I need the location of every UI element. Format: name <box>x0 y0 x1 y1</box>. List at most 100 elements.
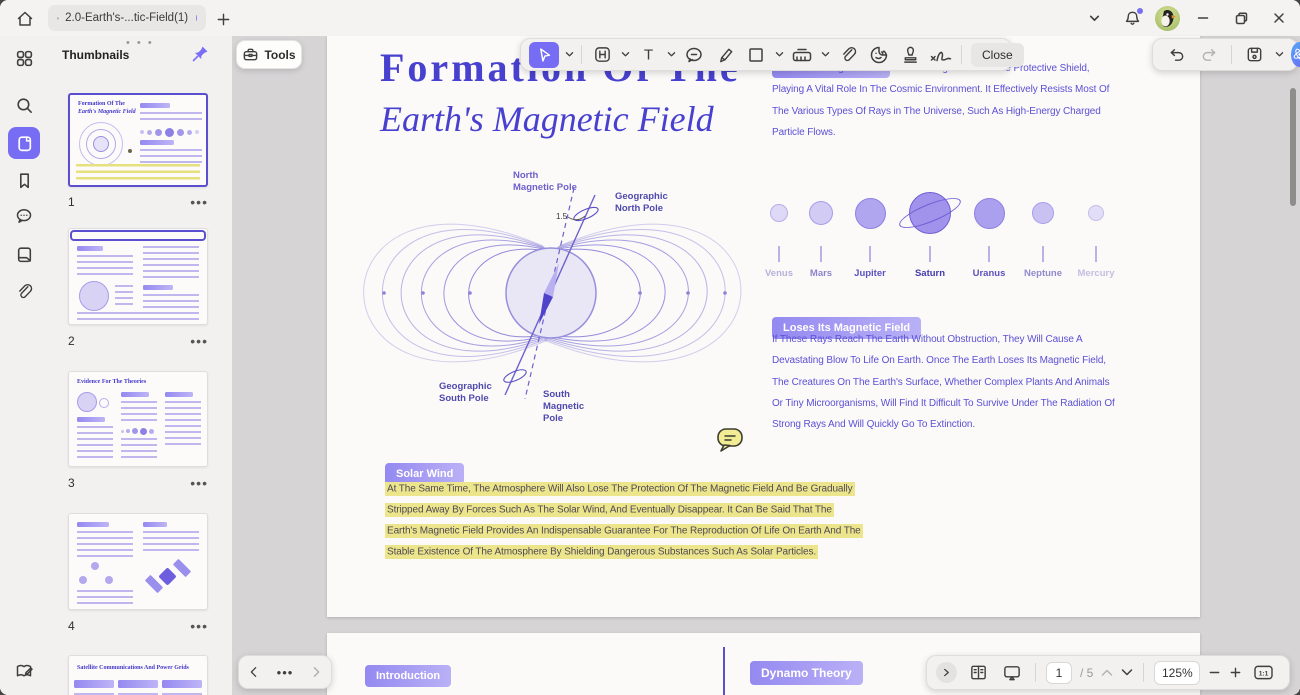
stamp-tool-button[interactable] <box>897 42 923 68</box>
pin-panel-button[interactable] <box>190 44 212 66</box>
thumbnail-page-1[interactable]: Formation Of The Earth's Magnetic Field <box>68 93 208 187</box>
label-geo-north: Geographic <box>615 191 668 202</box>
thumbnail-page-4[interactable] <box>68 513 208 610</box>
tools-button[interactable]: Tools <box>236 40 302 69</box>
next-page-icon[interactable] <box>312 666 321 678</box>
redo-button[interactable] <box>1196 42 1222 68</box>
sticker-tool-button[interactable] <box>866 42 892 68</box>
page-thumbnails-icon <box>15 134 34 153</box>
minimize-button[interactable] <box>1188 3 1218 33</box>
solar-wind-paragraph: At The Same Time, The Atmosphere Will Al… <box>385 478 863 563</box>
stamp-icon <box>901 45 920 64</box>
text-tool-button[interactable]: T <box>635 42 661 68</box>
thumb3-title: Evidence For The Theories <box>77 378 146 386</box>
svg-text:South Pole: South Pole <box>439 393 489 404</box>
shape-tool-dropdown[interactable] <box>774 51 784 58</box>
text-tool-dropdown[interactable] <box>666 51 676 58</box>
shape-tool-button[interactable] <box>743 42 769 68</box>
thumbnail-page-2[interactable] <box>68 228 208 325</box>
highlighted-text: At The Same Time, The Atmosphere Will Al… <box>385 482 863 560</box>
rail-search-button[interactable] <box>8 89 40 121</box>
thumbnail-page-5[interactable]: Satellite Communications And Power Grids <box>68 655 208 695</box>
select-tool-dropdown[interactable] <box>564 51 574 58</box>
save-dropdown[interactable] <box>1274 51 1284 58</box>
collapse-toolbar-button[interactable] <box>1079 3 1109 33</box>
actual-size-button[interactable]: 1:1 <box>1250 660 1276 686</box>
highlighter-tool-button[interactable] <box>712 42 738 68</box>
chevron-right-icon <box>943 668 950 677</box>
page-layout-button[interactable] <box>965 660 991 686</box>
paperclip-icon <box>839 45 858 64</box>
collapse-statusbar-button[interactable] <box>936 662 957 683</box>
svg-text:Magnetic: Magnetic <box>543 401 584 412</box>
page-number-input[interactable]: 1 <box>1046 662 1072 684</box>
vertical-scrollbar[interactable] <box>1290 88 1296 206</box>
titlebar: 2.0-Earth's-...tic-Field(1) <box>0 0 1300 36</box>
thumb3-menu-button[interactable]: ••• <box>190 478 208 488</box>
thumbnail-page-3[interactable]: Evidence For The Theories <box>68 371 208 467</box>
prev-page-icon[interactable] <box>249 666 258 678</box>
text-icon: T <box>639 45 658 64</box>
comment-icon <box>14 206 34 226</box>
save-button[interactable] <box>1241 42 1267 68</box>
introduction-badge: Introduction <box>365 665 451 687</box>
comment-tool-button[interactable] <box>681 42 707 68</box>
rail-apps-button[interactable] <box>8 42 40 74</box>
page-up-button[interactable] <box>1101 668 1113 677</box>
thumb1-highlight-block <box>76 164 200 180</box>
page-down-button[interactable] <box>1121 668 1133 677</box>
planet-jupiter <box>855 198 886 229</box>
document-page-1: Formation Of The Earth's Magnetic Field … <box>327 36 1200 617</box>
home-button[interactable] <box>12 6 38 32</box>
measure-tool-dropdown[interactable] <box>820 51 830 58</box>
attach-tool-button[interactable] <box>835 42 861 68</box>
new-tab-button[interactable] <box>212 8 234 30</box>
label-north-magnetic: North <box>513 170 539 181</box>
cursor-icon <box>534 45 554 65</box>
undo-button[interactable] <box>1163 42 1189 68</box>
close-window-button[interactable] <box>1264 3 1294 33</box>
close-toolbar-button[interactable]: Close <box>971 43 1024 67</box>
undo-icon <box>1167 45 1186 64</box>
rotation-arrow-bottom <box>502 367 528 385</box>
rail-comments-button[interactable] <box>8 200 40 232</box>
maximize-button[interactable] <box>1226 3 1256 33</box>
zoom-level-input[interactable]: 125% <box>1154 661 1200 685</box>
viewport-indicator <box>70 230 206 241</box>
thumb1-menu-button[interactable]: ••• <box>190 197 208 207</box>
planet-mercury <box>1088 205 1104 221</box>
select-tool-button[interactable] <box>529 42 559 68</box>
rail-attachments-button[interactable] <box>8 275 40 307</box>
plus-icon <box>216 12 231 27</box>
rail-bookmarks-button[interactable] <box>8 164 40 196</box>
document-viewport: Formation Of The Earth's Magnetic Field … <box>232 36 1300 695</box>
thumb4-menu-button[interactable]: ••• <box>190 621 208 631</box>
ai-assistant-button[interactable] <box>1291 42 1300 67</box>
thumb2-menu-button[interactable]: ••• <box>190 336 208 346</box>
rail-read-mode-button[interactable] <box>8 655 40 687</box>
rail-thumbnails-button[interactable] <box>8 127 40 159</box>
rail-pages-button[interactable] <box>8 238 40 270</box>
zoom-out-button[interactable] <box>1208 666 1221 679</box>
view-statusbar: 1 / 5 125% 1:1 <box>926 655 1290 690</box>
notifications-button[interactable] <box>1117 3 1147 33</box>
heading-tool-button[interactable] <box>589 42 615 68</box>
document-tab[interactable]: 2.0-Earth's-...tic-Field(1) <box>48 5 206 31</box>
signature-tool-button[interactable] <box>928 42 954 68</box>
toolbox-icon <box>242 46 259 63</box>
heading-tool-dropdown[interactable] <box>620 51 630 58</box>
page-number-1: 1 <box>68 195 75 209</box>
zoom-in-button[interactable] <box>1229 666 1242 679</box>
rectangle-icon <box>747 46 765 64</box>
bookmark-icon <box>15 171 34 190</box>
presentation-button[interactable] <box>999 660 1025 686</box>
avatar[interactable] <box>1155 6 1180 31</box>
measure-tool-button[interactable] <box>789 42 815 68</box>
panel-drag-handle[interactable]: • • • <box>126 37 154 49</box>
left-rail <box>0 36 48 695</box>
comment-annotation-icon[interactable] <box>715 425 745 455</box>
paperclip-icon <box>15 282 34 301</box>
page-total-label: / 5 <box>1080 666 1093 680</box>
nav-more-button[interactable]: ••• <box>277 665 294 680</box>
page-number-4: 4 <box>68 619 75 633</box>
